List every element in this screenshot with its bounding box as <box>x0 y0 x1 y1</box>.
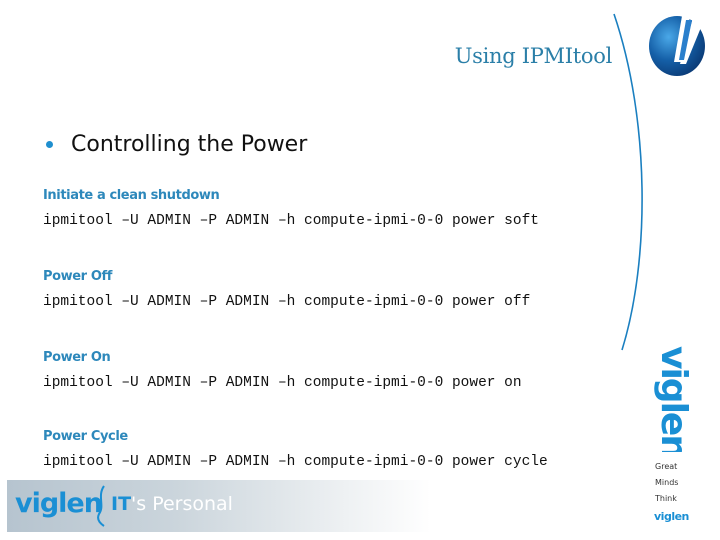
slide-title: Using IPMItool <box>454 44 613 68</box>
section-label-power-cycle: Power Cycle <box>43 429 128 444</box>
section-label-shutdown: Initiate a clean shutdown <box>43 188 220 203</box>
bullet-text: Controlling the Power <box>71 132 308 157</box>
footer-banner: viglen IT's Personal <box>7 480 431 532</box>
tagline-line-1: Great <box>655 462 678 471</box>
command-power-cycle: ipmitool –U ADMIN –P ADMIN –h compute-ip… <box>43 454 548 470</box>
tagline-line-3: Think <box>655 494 677 503</box>
footer-divider-icon <box>97 485 105 527</box>
brand-small: viglen <box>654 510 689 523</box>
slide: Using IPMItool Controlling the Power Ini… <box>0 0 720 540</box>
footer-brand-logo: viglen <box>15 488 103 519</box>
slogan-it: IT <box>111 493 132 515</box>
bullet-dot-icon <box>46 141 53 148</box>
command-power-off: ipmitool –U ADMIN –P ADMIN –h compute-ip… <box>43 294 531 310</box>
slogan-rest: 's Personal <box>131 493 233 515</box>
bullet-item: Controlling the Power <box>42 132 307 157</box>
command-shutdown: ipmitool –U ADMIN –P ADMIN –h compute-ip… <box>43 213 539 229</box>
section-label-power-on: Power On <box>43 350 111 365</box>
viglen-v-sphere-icon <box>649 14 705 76</box>
tagline-line-2: Minds <box>655 478 679 487</box>
brand-vertical-text: viglen <box>653 346 694 452</box>
viglen-vertical-logo: viglen <box>653 346 694 452</box>
command-power-on: ipmitool –U ADMIN –P ADMIN –h compute-ip… <box>43 375 522 391</box>
section-label-power-off: Power Off <box>43 269 112 284</box>
footer-slogan: IT's Personal <box>111 493 233 515</box>
